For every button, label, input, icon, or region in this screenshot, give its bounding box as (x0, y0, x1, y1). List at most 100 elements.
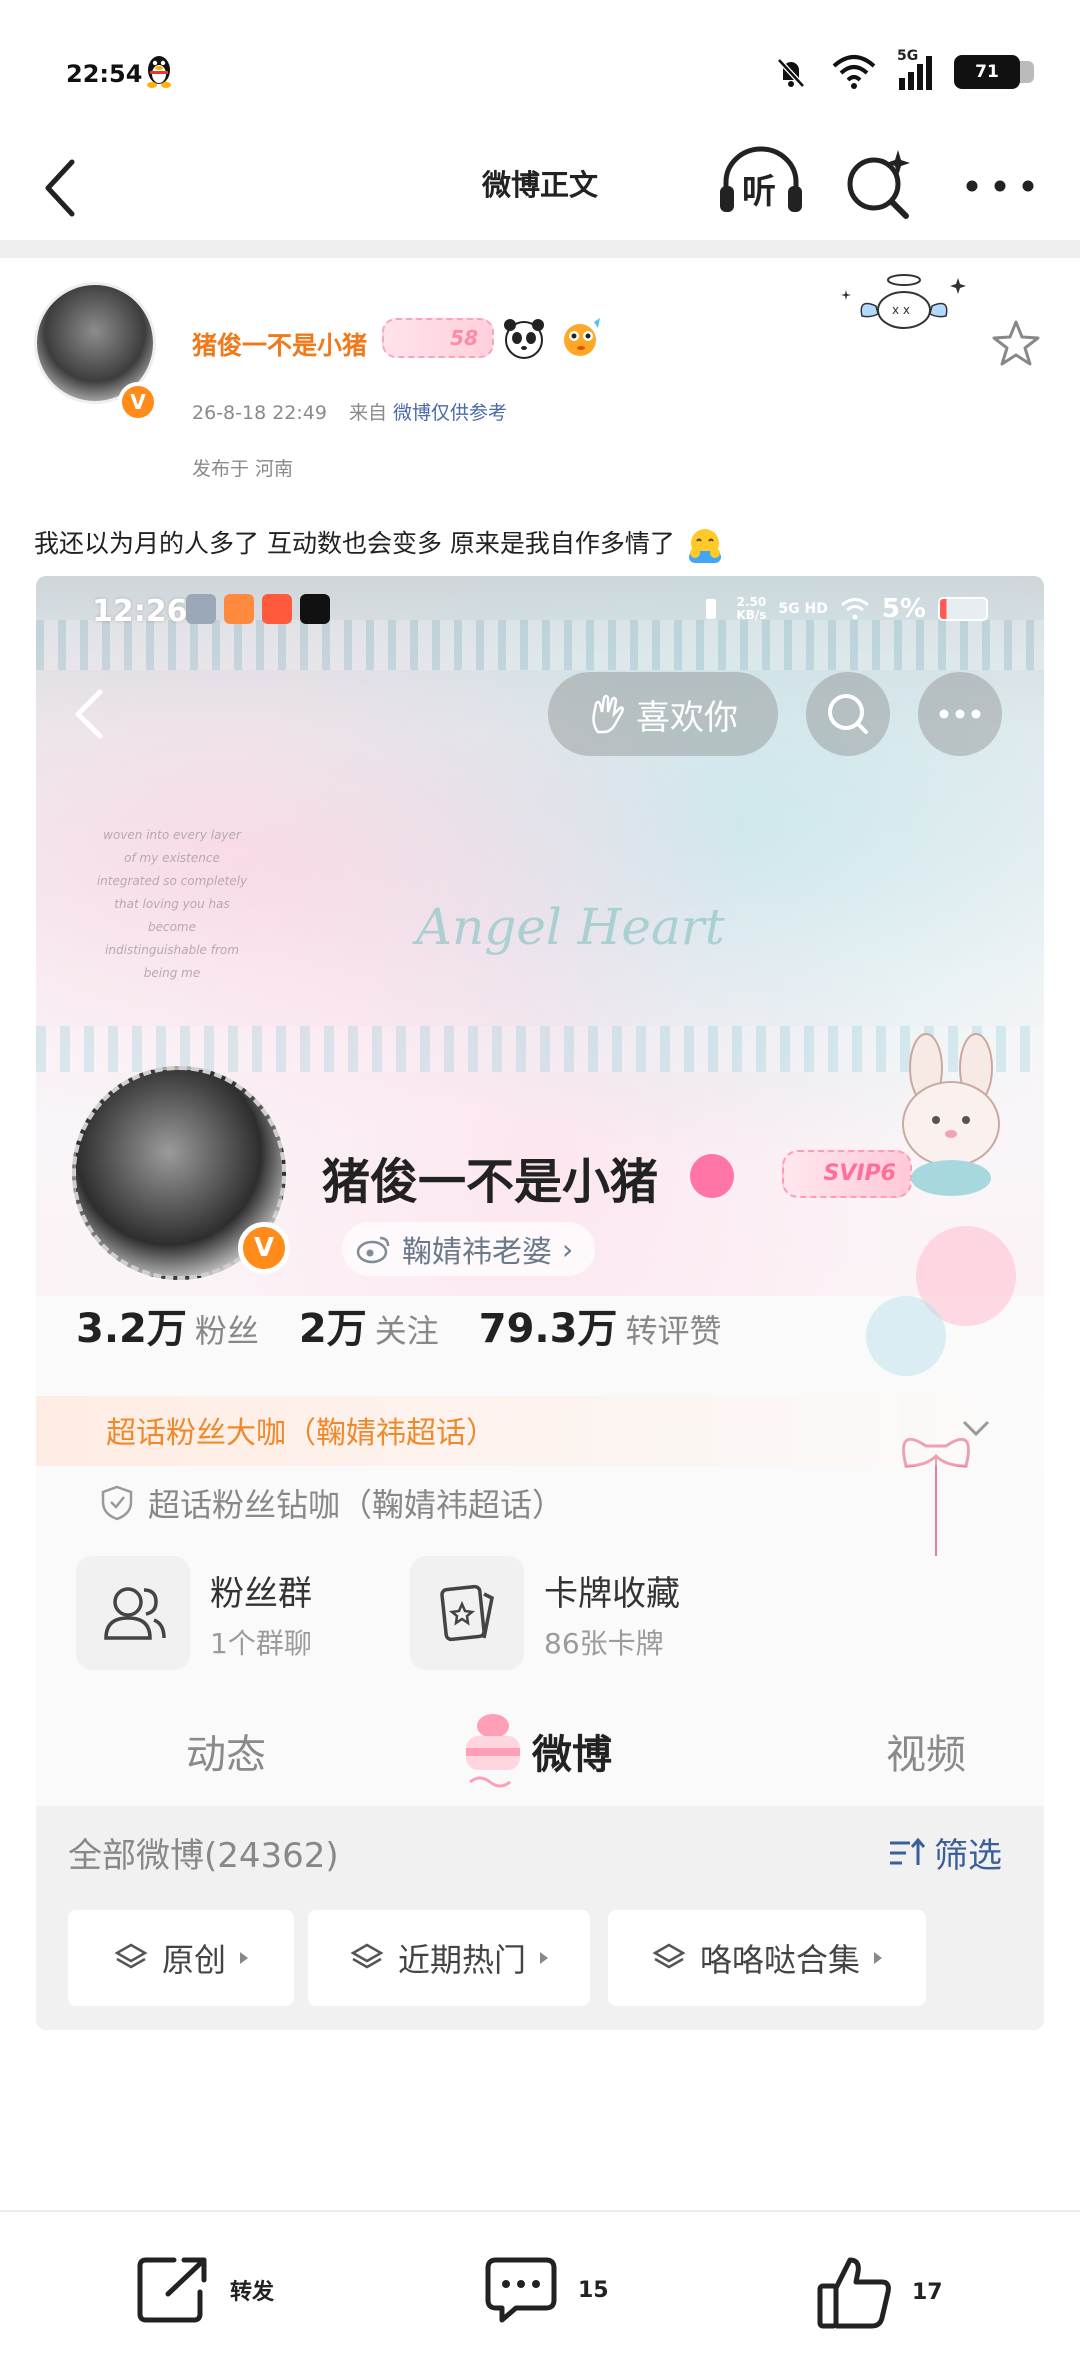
fan-group-sub: 1个群聊 (210, 1627, 312, 1660)
shot-status-right: 2.50 KB/s 5G HD 5% (698, 594, 988, 624)
shot-filter-label: 筛选 (934, 1836, 1002, 1876)
panda-emoji-icon (504, 319, 544, 359)
angel-sticker-icon: x x (841, 274, 966, 329)
shot-stats: 3.2万 粉丝 2万 关注 79.3万 转评赞 (76, 1296, 721, 1354)
author-name[interactable]: 猪俊一不是小猪 (192, 326, 367, 362)
fan-title-secondary-label: 超话粉丝钻咖（鞠婧祎超话） (148, 1486, 565, 1524)
chip-collection-label: 咯咯哒合集 (699, 1941, 860, 1979)
nav-bar: 微博正文 听 (0, 130, 1080, 240)
verified-v-icon: V (238, 1222, 290, 1274)
shot-status-time: 12:26 (92, 594, 188, 629)
layers-icon (652, 1943, 686, 1969)
shot-like-button: 喜欢你 (548, 672, 778, 756)
tab-video: 视频 (886, 1732, 966, 1778)
search-badge-icon (690, 1154, 734, 1198)
comment-button[interactable]: 15 (482, 2254, 609, 2326)
share-label: 转发 (230, 2280, 275, 2305)
bell-off-icon (777, 58, 805, 88)
shot-filter-panel: 全部微博(24362) 筛选 原创 近期热门 咯咯哒合集 (36, 1806, 1044, 2030)
weibo-app-icon (224, 594, 254, 624)
shot-filter-button: 筛选 (886, 1828, 1002, 1877)
banner-title-art: Angel Heart (396, 858, 796, 988)
layers-icon (114, 1943, 148, 1969)
fan-title-primary: 超话粉丝大咖（鞠婧祎超话） (106, 1416, 496, 1451)
like-count: 17 (912, 2279, 943, 2305)
fan-group-title: 粉丝群 (210, 1574, 312, 1614)
fan-group-card: 粉丝群 1个群聊 (76, 1556, 406, 1670)
shot-tabs: 动态 微博 视频 (36, 1706, 1044, 1806)
caret-right-icon (874, 1952, 882, 1964)
action-bar: 转发 15 17 (0, 2210, 1080, 2372)
post-time: 26-8-18 22:49 (192, 402, 327, 424)
cake-icon (466, 1714, 520, 1788)
post-image[interactable]: 12:26 2.50 KB/s 5G HD 5% 喜欢你 woven into … (36, 576, 1044, 2030)
status-right: 5G 71 (773, 48, 1034, 94)
layers-icon (350, 1943, 384, 1969)
signal-icon: 5G (897, 48, 932, 90)
shot-battery-icon (938, 597, 988, 621)
shot-profile-name: 猪俊一不是小猪 (322, 1154, 659, 1210)
all-weibo-count: 全部微博(24362) (68, 1836, 339, 1876)
stat-followers: 3.2万 粉丝 (76, 1306, 259, 1352)
users-icon-box (76, 1556, 190, 1670)
chip-original-label: 原创 (161, 1941, 226, 1979)
shot-like-label: 喜欢你 (636, 697, 738, 738)
listen-button[interactable]: 听 (716, 142, 806, 222)
tab-dynamic: 动态 (186, 1732, 266, 1778)
battery-indicator: 71 (954, 55, 1034, 89)
banner-title-text: Angel Heart (416, 898, 725, 956)
shot-search-button (806, 672, 890, 756)
search-icon (828, 694, 868, 734)
tab-weibo: 微博 (532, 1732, 612, 1778)
chip-original: 原创 (68, 1910, 294, 2006)
caret-right-icon (240, 1952, 248, 1964)
filter-sort-icon (890, 1837, 926, 1865)
chip-recent-hot: 近期热门 (308, 1910, 590, 2006)
card-star-icon (440, 1584, 494, 1642)
qq-penguin-icon (147, 56, 171, 88)
weibo-logo-icon (356, 1236, 390, 1264)
source-prefix: 来自 (348, 402, 387, 424)
chip-recent-hot-label: 近期热门 (397, 1941, 526, 1979)
vip-badge[interactable]: 58 (382, 318, 494, 358)
sparkle-search-icon[interactable] (840, 144, 920, 224)
thumbs-up-icon (817, 2257, 891, 2329)
post-content: 我还以为月的人多了 互动数也会变多 原来是我自作多情了 (34, 524, 725, 565)
tiktok-icon (300, 594, 330, 624)
hug-emoji-icon (688, 529, 721, 563)
comment-icon (485, 2257, 557, 2323)
app-icon (186, 594, 216, 624)
caret-right-icon (540, 1952, 548, 1964)
banner-poem: woven into every layer of my existence i… (96, 828, 248, 980)
favorite-star-icon[interactable] (990, 318, 1042, 368)
shield-icon (101, 1485, 133, 1521)
post-source[interactable]: 微博仅供参考 (393, 402, 507, 424)
shot-app-icons (186, 594, 330, 624)
chevron-left-icon (75, 689, 103, 739)
shot-super-topic-label: 鞠婧祎老婆 (402, 1235, 552, 1270)
chevron-down-icon (962, 1420, 990, 1437)
network-label: 5G (897, 48, 919, 64)
card-collection-title: 卡牌收藏 (544, 1574, 680, 1614)
share-button[interactable]: 转发 (134, 2254, 274, 2326)
fish-emoji-icon (564, 318, 600, 356)
verified-v-icon: V (118, 382, 158, 422)
bunny-sticker-icon (902, 1033, 1000, 1196)
status-bar: 22:54 5G 71 (0, 0, 1080, 130)
shot-super-topic: 鞠婧祎老婆 › (342, 1222, 596, 1276)
svg-text:x x: x x (892, 303, 910, 317)
more-horizontal-icon (939, 709, 981, 719)
wifi-icon (840, 598, 869, 620)
more-horizontal-icon[interactable] (960, 160, 1040, 210)
card-collection-card: 卡牌收藏 86张卡牌 (410, 1556, 740, 1670)
chip-collection: 咯咯哒合集 (608, 1910, 926, 2006)
like-button[interactable]: 17 (816, 2254, 943, 2330)
post-location: 发布于 河南 (192, 458, 294, 480)
post-text: 我还以为月的人多了 互动数也会变多 原来是我自作多情了 (34, 529, 675, 558)
card-collection-sub: 86张卡牌 (544, 1627, 664, 1660)
card-icon-box (410, 1556, 524, 1670)
section-divider (0, 240, 1080, 258)
wifi-icon (832, 55, 876, 89)
chevron-right-icon: › (562, 1232, 574, 1266)
listen-label: 听 (742, 172, 776, 212)
